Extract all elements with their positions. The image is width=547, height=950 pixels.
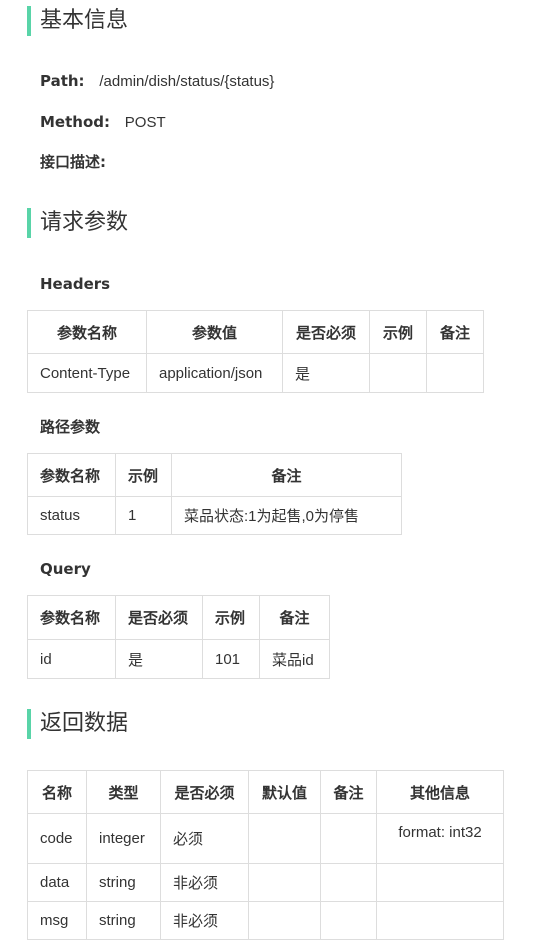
column-header: 备注: [426, 310, 484, 354]
table-row: Content-Type application/json 是: [27, 353, 484, 393]
column-header: 是否必须: [115, 595, 203, 640]
query-table: 参数名称 是否必须 示例 备注 id 是 101 菜品id: [27, 595, 330, 679]
table-cell: 非必须: [160, 863, 249, 902]
table-header-row: 参数名称 参数值 是否必须 示例 备注: [27, 310, 484, 354]
column-header: 示例: [202, 595, 260, 640]
query-title: Query: [40, 560, 91, 578]
column-header: 备注: [320, 770, 377, 814]
description-label: 接口描述:: [40, 153, 106, 171]
table-cell: [248, 901, 321, 940]
column-header: 参数名称: [27, 595, 116, 640]
table-cell: [320, 863, 377, 902]
column-header: 名称: [27, 770, 87, 814]
column-header: 参数名称: [27, 310, 147, 354]
table-cell: data: [27, 863, 87, 902]
method-row: Method: POST: [40, 112, 166, 133]
description-row: 接口描述:: [40, 152, 116, 172]
section-title-response-data: 返回数据: [27, 709, 128, 739]
table-cell: 是: [115, 639, 203, 679]
table-header-row: 参数名称 示例 备注: [27, 453, 402, 497]
table-cell: application/json: [146, 353, 283, 393]
table-cell: 非必须: [160, 901, 249, 940]
table-cell: [320, 813, 377, 864]
table-cell: [248, 863, 321, 902]
table-cell: format: int32: [376, 813, 504, 864]
column-header: 是否必须: [160, 770, 249, 814]
column-header: 默认值: [248, 770, 321, 814]
table-cell: 菜品id: [259, 639, 330, 679]
table-cell: 101: [202, 639, 260, 679]
path-params-title: 路径参数: [40, 418, 101, 436]
section-title-basic-info: 基本信息: [27, 6, 128, 36]
table-row: code integer 必须 format: int32: [27, 813, 504, 864]
table-row: data string 非必须: [27, 863, 504, 902]
column-header: 参数值: [146, 310, 283, 354]
column-header: 其他信息: [376, 770, 504, 814]
response-table: 名称 类型 是否必须 默认值 备注 其他信息 code integer 必须 f…: [27, 770, 504, 940]
table-cell: code: [27, 813, 87, 864]
table-cell: msg: [27, 901, 87, 940]
table-cell: string: [86, 901, 161, 940]
table-cell: Content-Type: [27, 353, 147, 393]
table-cell: 必须: [160, 813, 249, 864]
table-cell: [376, 863, 504, 902]
table-row: status 1 菜品状态:1为起售,0为停售: [27, 496, 402, 535]
column-header: 示例: [369, 310, 427, 354]
table-row: id 是 101 菜品id: [27, 639, 330, 679]
path-value: /admin/dish/status/{status}: [99, 73, 275, 90]
table-row: msg string 非必须: [27, 901, 504, 940]
headers-title: Headers: [40, 275, 111, 293]
path-row: Path: /admin/dish/status/{status}: [40, 71, 274, 92]
column-header: 类型: [86, 770, 161, 814]
section-title-request-params: 请求参数: [27, 208, 128, 238]
method-label: Method:: [40, 113, 110, 131]
table-cell: [376, 901, 504, 940]
column-header: 是否必须: [282, 310, 370, 354]
table-header-row: 名称 类型 是否必须 默认值 备注 其他信息: [27, 770, 504, 814]
table-cell: status: [27, 496, 116, 535]
table-cell: 菜品状态:1为起售,0为停售: [171, 496, 402, 535]
column-header: 备注: [259, 595, 330, 640]
table-cell: [426, 353, 484, 393]
table-cell: 是: [282, 353, 370, 393]
column-header: 备注: [171, 453, 402, 497]
table-header-row: 参数名称 是否必须 示例 备注: [27, 595, 330, 640]
column-header: 参数名称: [27, 453, 116, 497]
column-header: 示例: [115, 453, 172, 497]
table-cell: [369, 353, 427, 393]
table-cell: integer: [86, 813, 161, 864]
table-cell: 1: [115, 496, 172, 535]
table-cell: [248, 813, 321, 864]
table-cell: string: [86, 863, 161, 902]
path-params-table: 参数名称 示例 备注 status 1 菜品状态:1为起售,0为停售: [27, 453, 402, 535]
path-label: Path:: [40, 72, 85, 90]
table-cell: id: [27, 639, 116, 679]
method-value: POST: [124, 114, 166, 131]
headers-table: 参数名称 参数值 是否必须 示例 备注 Content-Type applica…: [27, 310, 484, 393]
table-cell: [320, 901, 377, 940]
